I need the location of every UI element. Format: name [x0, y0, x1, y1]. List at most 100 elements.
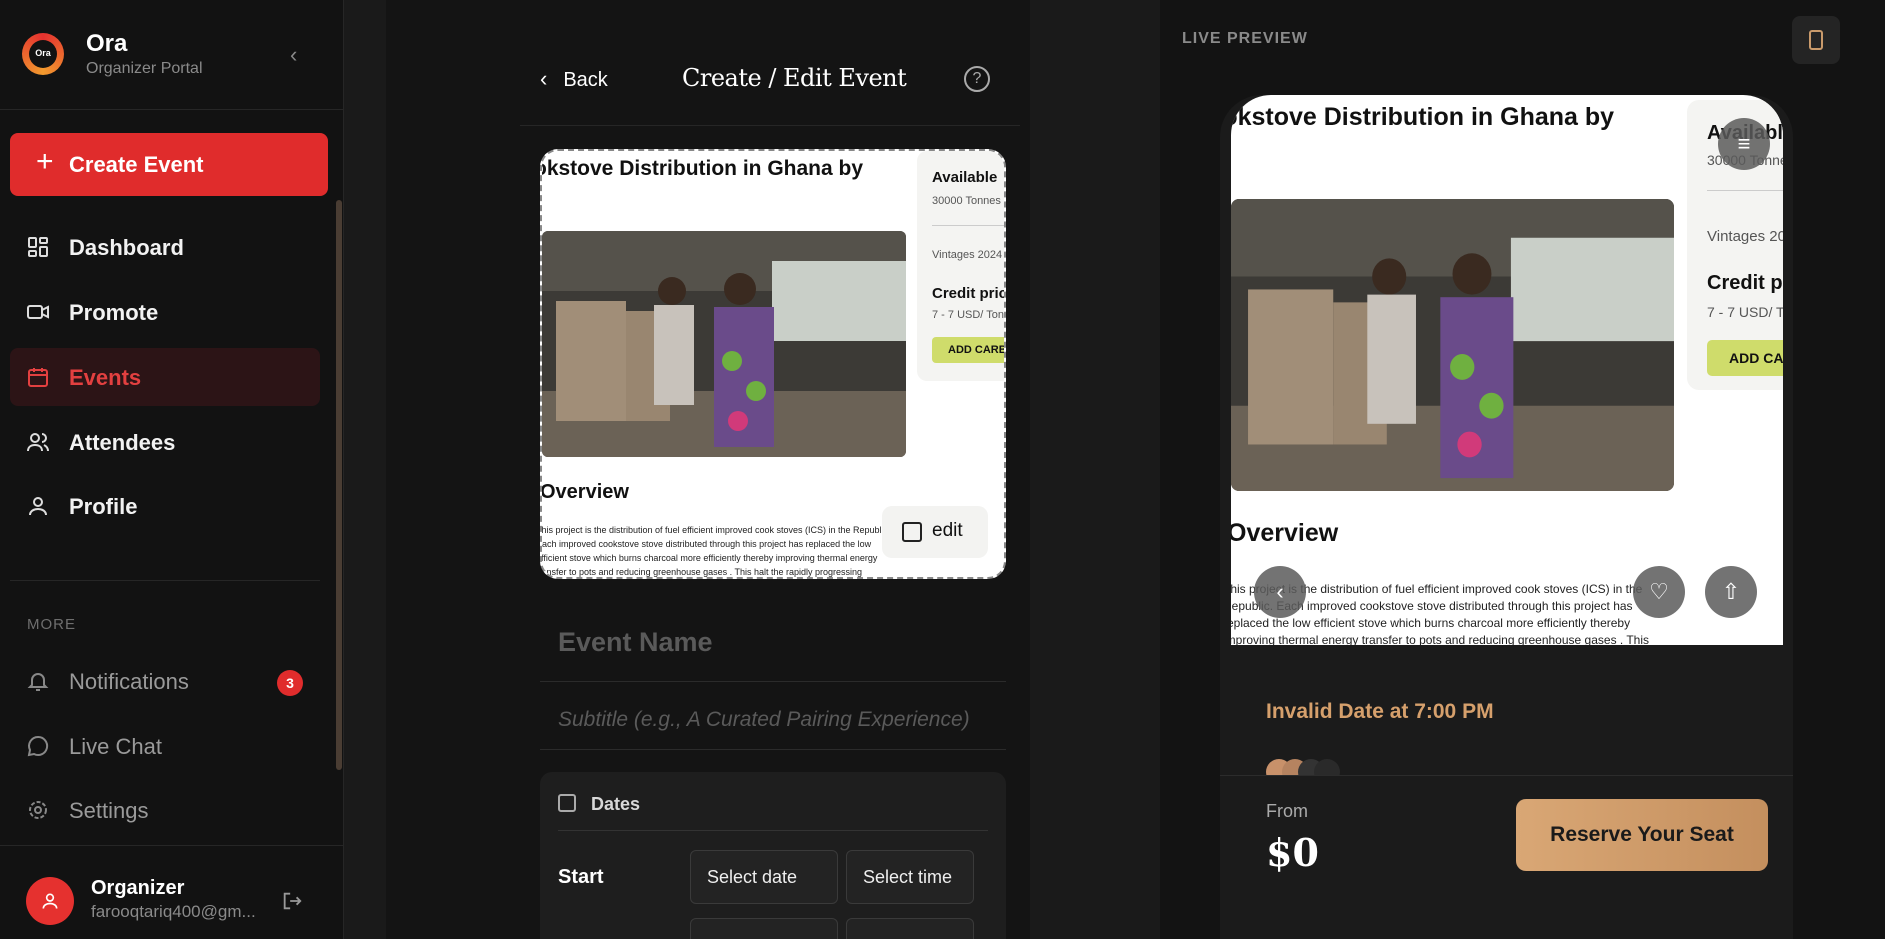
phone-frame: Cookstove Distribution in Ghana by nn Vi…: [1220, 95, 1793, 939]
phone-screen: Cookstove Distribution in Ghana by nn Vi…: [1231, 95, 1783, 645]
sidebar-item-label: Events: [69, 365, 142, 390]
dates-section: Dates Start Select date Select time: [540, 772, 1006, 939]
editor-header: ‹ Back Create / Edit Event ?: [520, 0, 1020, 126]
end-date-picker[interactable]: [690, 918, 838, 939]
card-divider: [932, 225, 1004, 226]
edit-label: edit: [932, 520, 963, 541]
subtitle-wrap: [540, 700, 1006, 750]
device-toggle-button[interactable]: [1792, 16, 1840, 64]
calendar-icon: [558, 794, 576, 812]
ora-logo-icon: Ora: [22, 33, 64, 75]
sidebar-item-label: Attendees: [69, 430, 176, 455]
brand-subtitle: Organizer Portal: [86, 60, 203, 77]
sidebar-item-attendees[interactable]: Attendees: [10, 413, 320, 471]
credit-price-label: Credit price: [1707, 272, 1783, 294]
sidebar-item-events[interactable]: Events: [10, 348, 320, 406]
event-date-text: Invalid Date at 7:00 PM: [1266, 700, 1494, 723]
sidebar-item-dashboard[interactable]: Dashboard: [10, 218, 320, 276]
share-icon[interactable]: ⇧: [1705, 566, 1757, 618]
vintages-text: Vintages 2024: [932, 249, 1003, 261]
calendar-icon: [28, 368, 48, 387]
user-email: farooqtariq400@gm...: [91, 902, 256, 921]
price-range-text: 7 - 7 USD/ Tonne: [1707, 304, 1783, 320]
plus-icon: +: [36, 145, 54, 178]
sidebar-item-notifications[interactable]: Notifications: [10, 652, 320, 710]
sidebar-item-label: Live Chat: [69, 734, 162, 759]
add-carbon-button[interactable]: ADD CARBON: [1707, 340, 1783, 376]
card-description: This project is the distribution of fuel…: [541, 525, 891, 577]
brand-header: Ora Ora Organizer Portal ‹: [0, 0, 344, 110]
reserve-seat-button[interactable]: Reserve Your Seat: [1516, 799, 1768, 871]
sidebar-item-live-chat[interactable]: Live Chat: [10, 717, 320, 775]
dates-divider: [558, 830, 988, 831]
sidebar-item-label: Dashboard: [69, 235, 184, 260]
bell-icon: [27, 673, 49, 691]
create-event-button[interactable]: + Create Event: [10, 133, 328, 196]
event-name-input[interactable]: [540, 622, 1006, 662]
credit-price-label: Credit price: [932, 285, 1004, 302]
video-icon: [27, 305, 49, 319]
vintages-text: Vintages 2024: [1707, 228, 1783, 245]
dates-heading: Dates: [591, 794, 641, 814]
sidebar-item-label: Notifications: [69, 669, 189, 694]
back-button[interactable]: ‹ Back: [540, 66, 608, 92]
sidebar-item-label: Settings: [69, 798, 149, 823]
subtitle-input[interactable]: [540, 700, 1006, 740]
phone-icon: [1809, 30, 1823, 50]
logo-text: Ora: [35, 48, 51, 58]
heart-icon[interactable]: ♡: [1633, 566, 1685, 618]
edit-cover-button[interactable]: edit: [882, 506, 988, 558]
sidebar-item-settings[interactable]: Settings: [10, 781, 320, 839]
event-editor-panel: ‹ Back Create / Edit Event ? Cookstove Di…: [386, 0, 1030, 939]
sidebar-item-profile[interactable]: Profile: [10, 477, 320, 535]
chevron-left-icon[interactable]: ‹: [1254, 566, 1306, 618]
live-preview-panel: LIVE PREVIEW Cookstove Distribution in G…: [1160, 0, 1885, 939]
user-icon: [42, 893, 58, 909]
menu-icon[interactable]: ≡: [1718, 118, 1770, 170]
price-range-text: 7 - 7 USD/ Tonne: [932, 309, 1004, 321]
more-section-label: MORE: [27, 616, 76, 633]
back-label: Back: [563, 69, 608, 91]
tonnes-text: 30000 Tonnes: [932, 195, 1001, 207]
user-name: Organizer: [91, 877, 185, 899]
sidebar-scrollbar[interactable]: [336, 200, 342, 770]
chevron-left-icon: ‹: [540, 66, 548, 91]
preview-title: Cookstove Distribution in Ghana by: [1231, 103, 1615, 131]
left-gutter: [344, 0, 386, 939]
logout-icon[interactable]: [281, 890, 303, 912]
start-label: Start: [558, 866, 604, 888]
available-label: Available: [932, 169, 998, 186]
sidebar-item-label: Profile: [69, 494, 138, 519]
event-photo: [542, 231, 906, 457]
brand-name: Ora: [86, 30, 128, 57]
add-carbon-button: ADD CARBON: [932, 337, 1004, 363]
help-icon[interactable]: ?: [964, 66, 990, 92]
live-preview-label: LIVE PREVIEW: [1182, 30, 1308, 47]
user-icon: [29, 497, 47, 516]
price-value: $0: [1266, 830, 1319, 875]
card-sidebar: Available 30000 Tonnes Vintages 2024 Cre…: [917, 151, 1004, 381]
cover-preview-card[interactable]: Cookstove Distribution in Ghana by Avail…: [540, 149, 1006, 579]
start-time-picker[interactable]: Select time: [846, 850, 974, 904]
sidebar-divider: [10, 580, 320, 581]
avatar[interactable]: [26, 877, 74, 925]
image-icon: [902, 522, 922, 542]
sidebar: Ora Ora Organizer Portal ‹ + Create Even…: [0, 0, 344, 939]
user-panel: Organizer farooqtariq400@gm...: [0, 845, 344, 939]
start-date-picker[interactable]: Select date: [690, 850, 838, 904]
preview-event-photo: [1231, 199, 1674, 491]
app-root: Ora Ora Organizer Portal ‹ + Create Even…: [0, 0, 1885, 939]
end-time-picker[interactable]: [846, 918, 974, 939]
collapse-sidebar-icon[interactable]: ‹: [290, 42, 297, 68]
booking-footer: From $0 Reserve Your Seat: [1220, 775, 1793, 939]
event-name-wrap: [540, 612, 1006, 682]
overview-heading: Overview: [540, 481, 629, 503]
gear-icon: [29, 801, 47, 819]
card-title: Cookstove Distribution in Ghana by: [540, 157, 864, 180]
page-title: Create / Edit Event: [682, 64, 907, 92]
card-divider: [1707, 190, 1783, 191]
right-gutter: [1030, 0, 1160, 939]
sidebar-item-promote[interactable]: Promote: [10, 283, 320, 341]
chat-icon: [27, 735, 49, 757]
grid-icon: [28, 237, 48, 257]
